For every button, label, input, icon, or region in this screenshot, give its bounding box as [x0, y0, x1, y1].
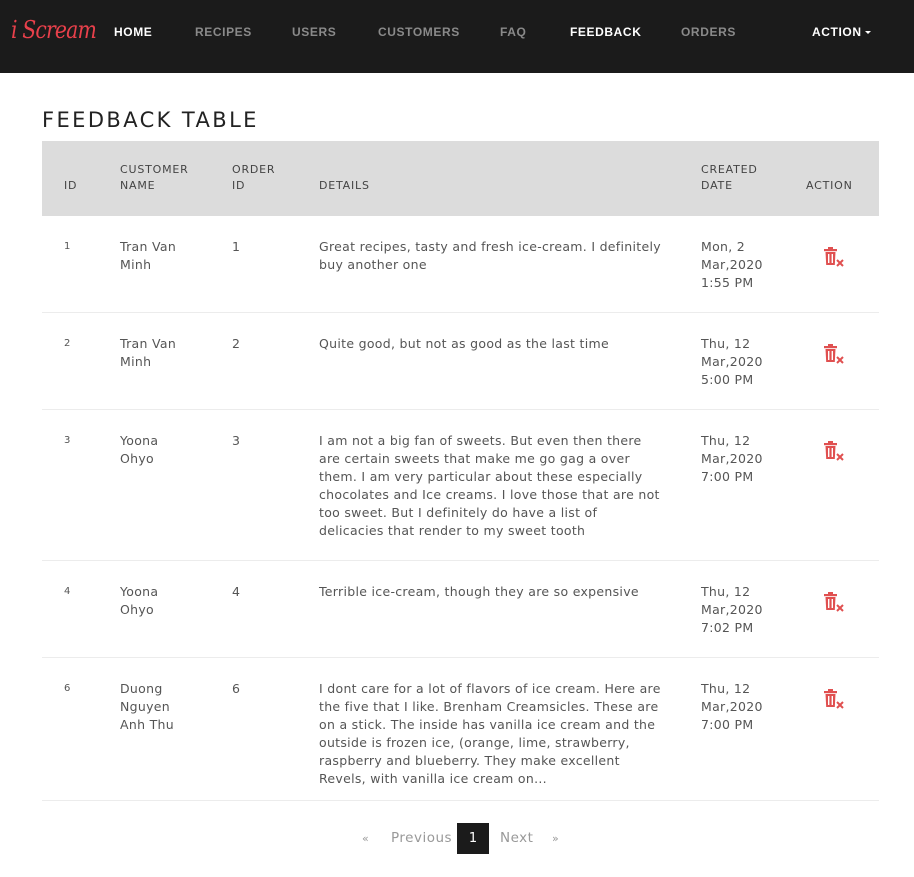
cell-customer-name: Yoona Ohyo: [120, 584, 159, 617]
nav-feedback[interactable]: FEEDBACK: [570, 25, 641, 39]
cell-customer-name: Tran Van Minh: [120, 336, 177, 369]
cell-created-date: Thu, 12 Mar,2020 7:02 PM: [701, 584, 763, 635]
nav-orders[interactable]: ORDERS: [681, 25, 736, 39]
table-row: 3 Yoona Ohyo 3 I am not a big fan of sweets…: [42, 410, 879, 561]
cell-details: Quite good, but not as good as the last …: [319, 336, 609, 351]
pagination-previous[interactable]: Previous: [391, 830, 452, 846]
nav-home[interactable]: HOME: [114, 25, 152, 39]
pagination-next[interactable]: Next: [500, 830, 533, 846]
header-order-id: ORDER ID: [232, 163, 276, 192]
cell-customer-name: Tran Van Minh: [120, 239, 177, 272]
header-id: ID: [64, 179, 78, 192]
table-header: ID CUSTOMER NAME ORDER ID DETAILS CREATE…: [42, 141, 879, 216]
caret-down-icon: [864, 31, 871, 35]
cell-details: I dont care for a lot of flavors of ice …: [319, 681, 661, 786]
header-action: ACTION: [806, 179, 853, 192]
cell-created-date: Thu, 12 Mar,2020 5:00 PM: [701, 336, 763, 387]
cell-order-id: 1: [232, 239, 241, 254]
cell-customer-name: Yoona Ohyo: [120, 433, 159, 466]
trash-delete-icon: [824, 344, 844, 364]
cell-details: Great recipes, tasty and fresh ice-cream…: [319, 239, 661, 272]
pagination-last[interactable]: »: [552, 832, 559, 845]
cell-details: Terrible ice-cream, though they are so e…: [319, 584, 639, 599]
trash-delete-icon: [824, 247, 844, 267]
navbar: i Scream HOME RECIPES USERS CUSTOMERS FA…: [0, 0, 914, 73]
trash-delete-icon: [824, 441, 844, 461]
pagination-first[interactable]: «: [362, 832, 369, 845]
cell-id: 1: [64, 241, 71, 252]
cell-id: 4: [64, 586, 71, 597]
cell-id: 6: [64, 683, 71, 694]
header-customer-name: CUSTOMER NAME: [120, 163, 189, 192]
table-body: 1 Tran Van Minh 1 Great recipes, tasty and …: [42, 216, 879, 801]
cell-id: 3: [64, 435, 71, 446]
feedback-table: ID CUSTOMER NAME ORDER ID DETAILS CREATE…: [42, 141, 879, 801]
action-dropdown-label: ACTION: [812, 25, 862, 39]
table-row: 2 Tran Van Minh 2 Quite good, but not as go…: [42, 313, 879, 410]
trash-delete-icon: [824, 689, 844, 709]
pagination-current-page[interactable]: 1: [457, 823, 489, 854]
pagination: « Previous 1 Next »: [0, 823, 914, 854]
cell-id: 2: [64, 338, 71, 349]
table-row: 1 Tran Van Minh 1 Great recipes, tasty and …: [42, 216, 879, 313]
header-created-date: CREATED DATE: [701, 163, 758, 192]
cell-order-id: 6: [232, 681, 241, 696]
header-details: DETAILS: [319, 179, 370, 192]
nav-customers[interactable]: CUSTOMERS: [378, 25, 460, 39]
delete-button[interactable]: [822, 343, 846, 367]
cell-details: I am not a big fan of sweets. But even t…: [319, 433, 660, 538]
cell-order-id: 4: [232, 584, 241, 599]
nav-faq[interactable]: FAQ: [500, 25, 526, 39]
brand-logo[interactable]: i Scream: [11, 16, 97, 44]
cell-created-date: Thu, 12 Mar,2020 7:00 PM: [701, 433, 763, 484]
cell-customer-name: Duong Nguyen Anh Thu: [120, 681, 174, 732]
cell-order-id: 3: [232, 433, 241, 448]
nav-recipes[interactable]: RECIPES: [195, 25, 252, 39]
cell-created-date: Thu, 12 Mar,2020 7:00 PM: [701, 681, 763, 732]
nav-users[interactable]: USERS: [292, 25, 336, 39]
action-dropdown[interactable]: ACTION: [812, 25, 871, 39]
cell-created-date: Mon, 2 Mar,2020 1:55 PM: [701, 239, 763, 290]
page-title: FEEDBACK TABLE: [42, 108, 259, 132]
delete-button[interactable]: [822, 688, 846, 712]
delete-button[interactable]: [822, 591, 846, 615]
delete-button[interactable]: [822, 440, 846, 464]
cell-order-id: 2: [232, 336, 241, 351]
delete-button[interactable]: [822, 246, 846, 270]
trash-delete-icon: [824, 592, 844, 612]
table-row: 6 Duong Nguyen Anh Thu 6 I dont care for a …: [42, 658, 879, 801]
table-row: 4 Yoona Ohyo 4 Terrible ice-cream, though t…: [42, 561, 879, 658]
